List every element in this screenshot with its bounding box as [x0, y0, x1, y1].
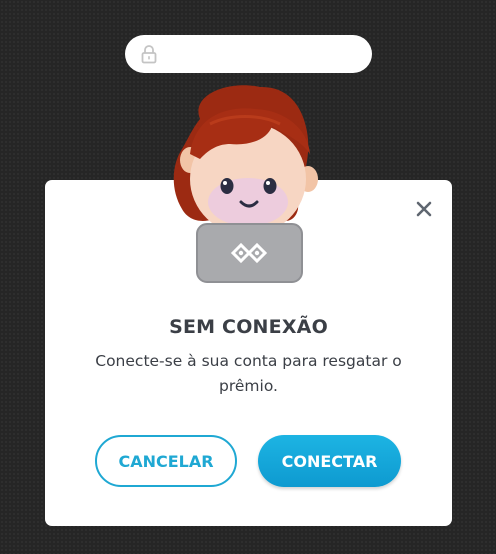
character-with-laptop-avatar: [173, 85, 318, 283]
lock-icon: [141, 45, 157, 64]
cancel-button[interactable]: CANCELAR: [95, 435, 237, 487]
close-icon[interactable]: [415, 200, 433, 218]
dialog-title: SEM CONEXÃO: [169, 316, 328, 338]
dialog-message: Conecte-se à sua conta para resgatar o p…: [95, 352, 402, 395]
address-bar[interactable]: [125, 35, 372, 73]
connect-button[interactable]: CONECTAR: [258, 435, 401, 487]
address-input[interactable]: [167, 41, 361, 69]
